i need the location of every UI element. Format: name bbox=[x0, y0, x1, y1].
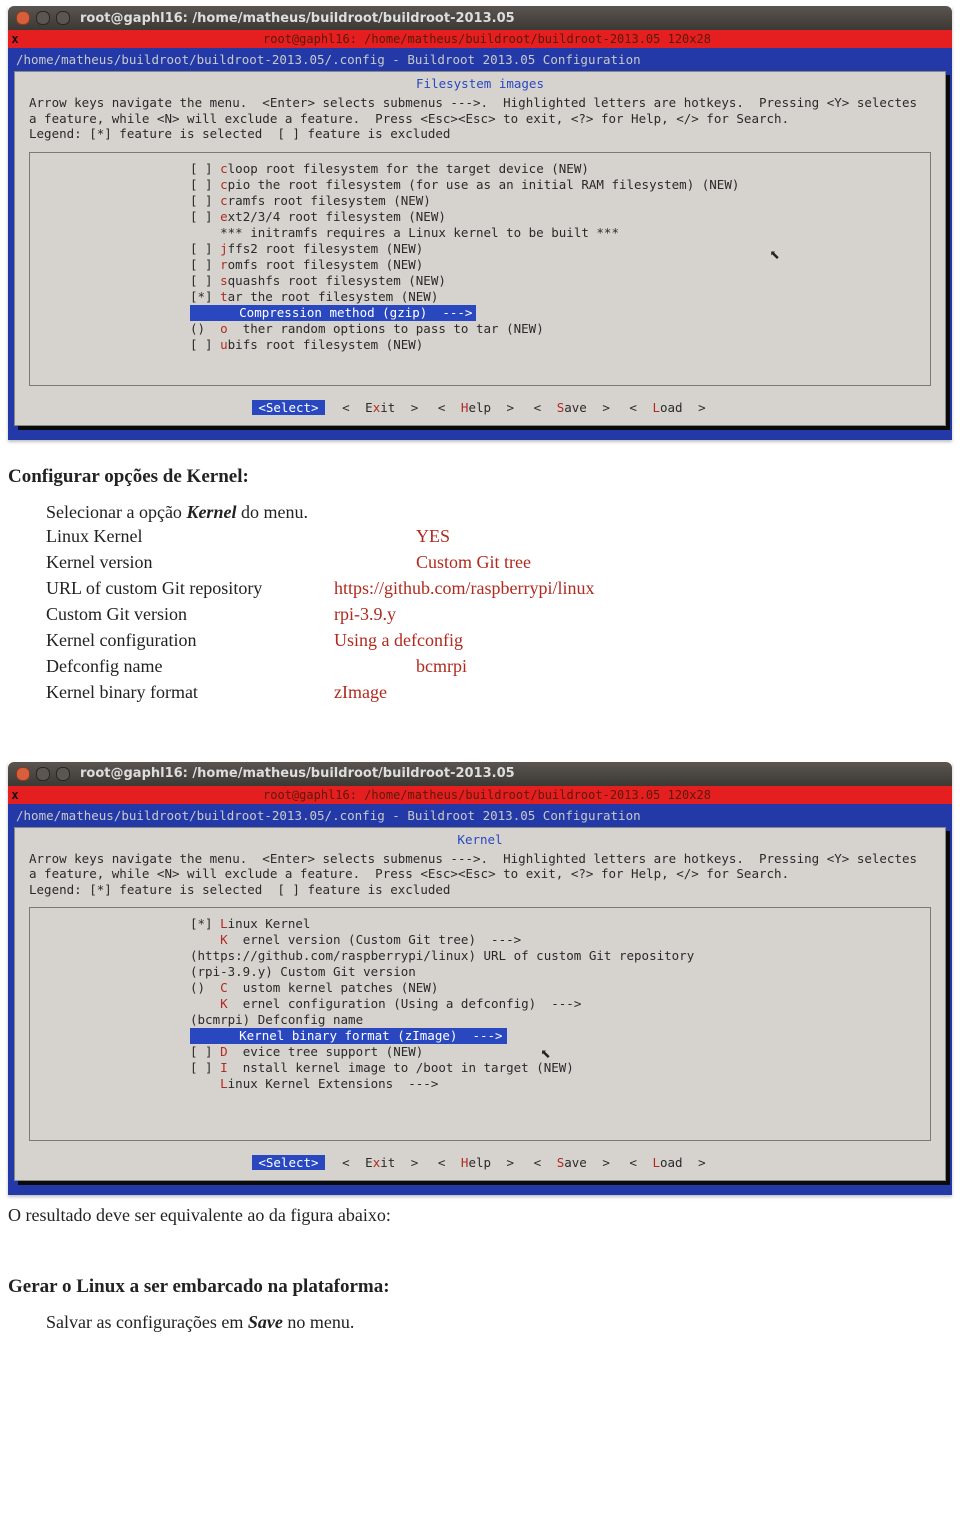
config-row: Kernel binary formatzImage bbox=[46, 679, 954, 705]
save-instruction: Salvar as configurações em Save no menu. bbox=[46, 1312, 954, 1333]
window-title: root@gaphl16: /home/matheus/buildroot/bu… bbox=[80, 766, 515, 781]
status-strip: x root@gaphl16: /home/matheus/buildroot/… bbox=[8, 786, 952, 804]
menu-item[interactable]: [ ] D evice tree support (NEW) bbox=[190, 1044, 930, 1060]
menu-item[interactable]: [ ] jffs2 root filesystem (NEW) bbox=[190, 241, 930, 257]
config-path: /home/matheus/buildroot/buildroot-2013.0… bbox=[14, 50, 946, 71]
menu-item[interactable]: (https://github.com/raspberrypi/linux) U… bbox=[190, 948, 930, 964]
menu-item[interactable]: [ ] romfs root filesystem (NEW) bbox=[190, 257, 930, 273]
menu-item[interactable]: Linux Kernel Extensions ---> bbox=[190, 1076, 930, 1092]
menu-item[interactable]: (bcmrpi) Defconfig name bbox=[190, 1012, 930, 1028]
config-value: rpi-3.9.y bbox=[334, 601, 396, 627]
config-label: Custom Git version bbox=[46, 601, 334, 627]
close-icon[interactable] bbox=[16, 767, 30, 781]
config-row: Custom Git versionrpi-3.9.y bbox=[46, 601, 954, 627]
config-label: Kernel version bbox=[46, 549, 416, 575]
config-row: URL of custom Git repositoryhttps://gith… bbox=[46, 575, 954, 601]
menu-item[interactable]: [ ] squashfs root filesystem (NEW) bbox=[190, 273, 930, 289]
menu-item[interactable]: [ ] ext2/3/4 root filesystem (NEW) bbox=[190, 209, 930, 225]
menu-item[interactable]: K ernel version (Custom Git tree) ---> bbox=[190, 932, 930, 948]
menu-item[interactable]: Kernel binary format (zImage) ---> bbox=[190, 1028, 930, 1044]
config-table: Linux KernelYESKernel versionCustom Git … bbox=[46, 523, 954, 706]
menu-box: [ ] cloop root filesystem for the target… bbox=[29, 152, 931, 386]
menu-item[interactable]: [*] Linux Kernel bbox=[190, 916, 930, 932]
select-button[interactable]: <Select> bbox=[252, 400, 324, 415]
menu-item[interactable]: Compression method (gzip) ---> bbox=[190, 305, 930, 321]
titlebar: root@gaphl16: /home/matheus/buildroot/bu… bbox=[8, 762, 952, 786]
exit-button[interactable]: < Exit > bbox=[340, 400, 420, 415]
save-button[interactable]: < Save > bbox=[532, 1155, 612, 1170]
config-path: /home/matheus/buildroot/buildroot-2013.0… bbox=[14, 806, 946, 827]
config-row: Kernel configurationUsing a defconfig bbox=[46, 627, 954, 653]
config-value: zImage bbox=[334, 679, 387, 705]
close-icon[interactable] bbox=[16, 11, 30, 25]
instruction-line: Selecionar a opção Kernel do menu. bbox=[46, 502, 954, 523]
menu-items[interactable]: [ ] cloop root filesystem for the target… bbox=[190, 161, 930, 353]
status-strip-text: root@gaphl16: /home/matheus/buildroot/bu… bbox=[22, 32, 952, 46]
select-button[interactable]: <Select> bbox=[252, 1155, 324, 1170]
load-button[interactable]: < Load > bbox=[627, 1155, 707, 1170]
config-value: YES bbox=[416, 523, 450, 549]
menu-item[interactable]: () C ustom kernel patches (NEW) bbox=[190, 980, 930, 996]
menu-item[interactable]: [ ] cloop root filesystem for the target… bbox=[190, 161, 930, 177]
window-title: root@gaphl16: /home/matheus/buildroot/bu… bbox=[80, 11, 515, 26]
status-strip-text: root@gaphl16: /home/matheus/buildroot/bu… bbox=[22, 788, 952, 802]
maximize-icon[interactable] bbox=[56, 11, 70, 25]
help-text: Arrow keys navigate the menu. <Enter> se… bbox=[15, 93, 945, 148]
menu-item[interactable]: [ ] cpio the root filesystem (for use as… bbox=[190, 177, 930, 193]
panel-title: Filesystem images bbox=[15, 72, 945, 93]
config-label: Kernel binary format bbox=[46, 679, 334, 705]
menu-item[interactable]: K ernel configuration (Using a defconfig… bbox=[190, 996, 930, 1012]
minimize-icon[interactable] bbox=[36, 11, 50, 25]
config-value: Using a defconfig bbox=[334, 627, 463, 653]
config-label: URL of custom Git repository bbox=[46, 575, 334, 601]
config-value: https://github.com/raspberrypi/linux bbox=[334, 575, 594, 601]
config-value: bcmrpi bbox=[416, 653, 467, 679]
config-value: Custom Git tree bbox=[416, 549, 531, 575]
config-label: Kernel configuration bbox=[46, 627, 334, 653]
menu-item[interactable]: [ ] cramfs root filesystem (NEW) bbox=[190, 193, 930, 209]
minimize-icon[interactable] bbox=[36, 767, 50, 781]
menu-item[interactable]: *** initramfs requires a Linux kernel to… bbox=[190, 225, 930, 241]
section-heading-kernel: Configurar opções de Kernel: bbox=[8, 466, 954, 488]
menuconfig-panel: Kernel Arrow keys navigate the menu. <En… bbox=[14, 827, 946, 1182]
terminal-window-1: root@gaphl16: /home/matheus/buildroot/bu… bbox=[8, 6, 952, 440]
status-strip: x root@gaphl16: /home/matheus/buildroot/… bbox=[8, 30, 952, 48]
load-button[interactable]: < Load > bbox=[627, 400, 707, 415]
help-button[interactable]: < Help > bbox=[436, 400, 516, 415]
config-row: Linux KernelYES bbox=[46, 523, 954, 549]
menu-item[interactable]: (rpi-3.9.y) Custom Git version bbox=[190, 964, 930, 980]
menu-box: [*] Linux Kernel K ernel version (Custom… bbox=[29, 907, 931, 1141]
terminal-window-2: root@gaphl16: /home/matheus/buildroot/bu… bbox=[8, 762, 952, 1196]
save-button[interactable]: < Save > bbox=[532, 400, 612, 415]
exit-button[interactable]: < Exit > bbox=[340, 1155, 420, 1170]
result-caption: O resultado deve ser equivalente ao da f… bbox=[8, 1205, 954, 1226]
section-heading-generate: Gerar o Linux a ser embarcado na platafo… bbox=[8, 1276, 954, 1298]
menu-item[interactable]: [*] tar the root filesystem (NEW) bbox=[190, 289, 930, 305]
titlebar: root@gaphl16: /home/matheus/buildroot/bu… bbox=[8, 6, 952, 30]
config-row: Kernel versionCustom Git tree bbox=[46, 549, 954, 575]
menu-items[interactable]: [*] Linux Kernel K ernel version (Custom… bbox=[190, 916, 930, 1092]
button-row: <Select> < Exit > < Help > < Save > < Lo… bbox=[15, 400, 945, 415]
button-row: <Select> < Exit > < Help > < Save > < Lo… bbox=[15, 1155, 945, 1170]
strip-close-icon[interactable]: x bbox=[8, 32, 22, 46]
config-label: Defconfig name bbox=[46, 653, 416, 679]
menu-item[interactable]: [ ] ubifs root filesystem (NEW) bbox=[190, 337, 930, 353]
menu-item[interactable]: () o ther random options to pass to tar … bbox=[190, 321, 930, 337]
menuconfig-panel: Filesystem images Arrow keys navigate th… bbox=[14, 71, 946, 426]
strip-close-icon[interactable]: x bbox=[8, 788, 22, 802]
help-button[interactable]: < Help > bbox=[436, 1155, 516, 1170]
config-row: Defconfig namebcmrpi bbox=[46, 653, 954, 679]
maximize-icon[interactable] bbox=[56, 767, 70, 781]
config-label: Linux Kernel bbox=[46, 523, 416, 549]
panel-title: Kernel bbox=[15, 828, 945, 849]
menu-item[interactable]: [ ] I nstall kernel image to /boot in ta… bbox=[190, 1060, 930, 1076]
help-text: Arrow keys navigate the menu. <Enter> se… bbox=[15, 849, 945, 904]
